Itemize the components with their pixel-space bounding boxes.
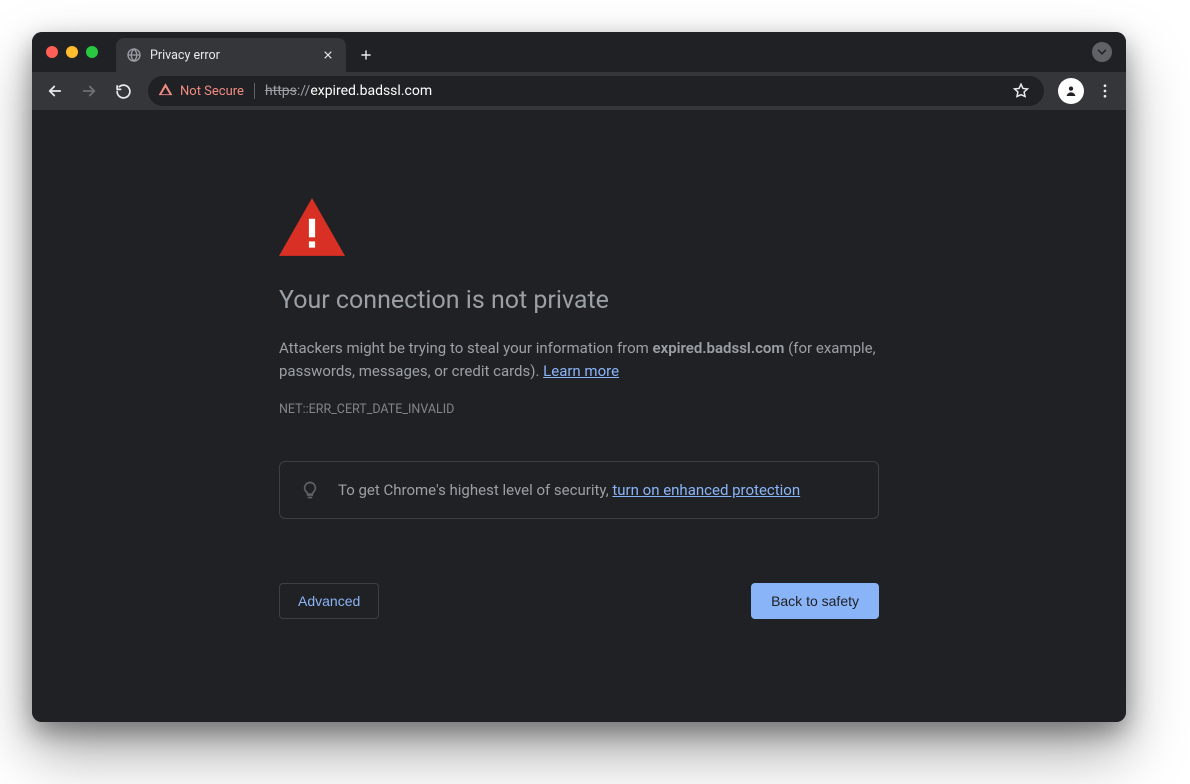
warning-triangle-icon (158, 82, 173, 101)
kebab-menu-icon[interactable] (1092, 78, 1118, 104)
enhanced-protection-promo: To get Chrome's highest level of securit… (279, 461, 879, 519)
address-bar[interactable]: Not Secure https :// expired.badssl.com (148, 76, 1044, 106)
tab-active[interactable]: Privacy error (116, 38, 346, 72)
window-traffic-lights (46, 46, 98, 58)
browser-window: Privacy error (32, 32, 1126, 722)
lightbulb-icon (300, 480, 320, 500)
page-content: Your connection is not private Attackers… (32, 110, 1126, 722)
back-to-safety-button[interactable]: Back to safety (751, 583, 879, 619)
enhanced-protection-link[interactable]: turn on enhanced protection (612, 481, 800, 499)
large-warning-triangle-icon (279, 198, 345, 256)
tab-title: Privacy error (150, 48, 312, 63)
not-secure-label: Not Secure (180, 84, 244, 99)
url-scheme: https (265, 83, 297, 99)
forward-button[interactable] (74, 76, 104, 106)
security-status[interactable]: Not Secure (158, 82, 244, 101)
profile-avatar-button[interactable] (1058, 78, 1084, 104)
toolbar: Not Secure https :// expired.badssl.com (32, 72, 1126, 110)
advanced-button[interactable]: Advanced (279, 583, 379, 619)
error-code: NET::ERR_CERT_DATE_INVALID (279, 402, 879, 417)
new-tab-button[interactable] (352, 41, 380, 69)
window-minimize-button[interactable] (66, 46, 78, 58)
omnibox-actions (1008, 78, 1034, 104)
button-row: Advanced Back to safety (279, 583, 879, 619)
globe-icon (126, 47, 142, 63)
promo-text-wrap: To get Chrome's highest level of securit… (338, 481, 800, 499)
window-close-button[interactable] (46, 46, 58, 58)
close-tab-icon[interactable] (320, 47, 336, 63)
body-host: expired.badssl.com (653, 339, 785, 357)
tabs-area: Privacy error (116, 32, 380, 72)
tab-strip: Privacy error (32, 32, 1126, 72)
reload-button[interactable] (108, 76, 138, 106)
back-button[interactable] (40, 76, 70, 106)
url-host: expired.badssl.com (310, 83, 432, 99)
promo-text: To get Chrome's highest level of securit… (338, 481, 612, 499)
warning-body: Attackers might be trying to steal your … (279, 337, 879, 384)
url-display: https :// expired.badssl.com (265, 83, 432, 99)
tab-search-button[interactable] (1092, 42, 1112, 62)
url-separator: :// (297, 83, 310, 99)
interstitial: Your connection is not private Attackers… (279, 110, 879, 659)
page-title: Your connection is not private (279, 286, 879, 315)
body-pre: Attackers might be trying to steal your … (279, 339, 653, 357)
bookmark-star-icon[interactable] (1008, 78, 1034, 104)
learn-more-link[interactable]: Learn more (543, 362, 619, 380)
window-zoom-button[interactable] (86, 46, 98, 58)
omnibox-divider (254, 83, 255, 99)
